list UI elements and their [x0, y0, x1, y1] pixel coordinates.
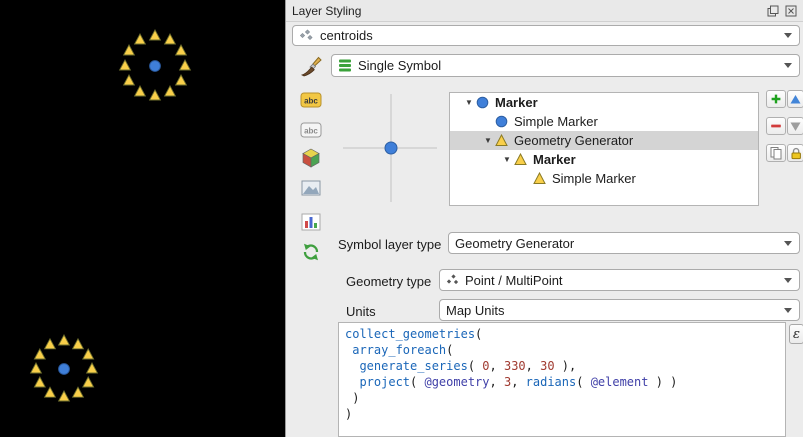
expression-editor[interactable]: collect_geometries( array_foreach( gener…: [338, 322, 786, 437]
labels-abc-icon: abc: [300, 89, 322, 111]
units-select[interactable]: Map Units: [439, 299, 800, 321]
expander-icon[interactable]: ▼: [481, 136, 495, 145]
symbol-layer-type-value: Geometry Generator: [455, 236, 574, 251]
history-arrows-icon: [300, 241, 322, 263]
renderer-selector-value: Single Symbol: [358, 58, 441, 73]
symbol-tree-row[interactable]: Simple Marker: [450, 169, 758, 188]
chevron-down-icon: [784, 33, 792, 38]
expression-code: collect_geometries( array_foreach( gener…: [339, 323, 785, 425]
duplicate-icon: [769, 146, 783, 160]
bar-diagram-icon: [300, 211, 322, 233]
down-arrow-icon: [789, 120, 802, 133]
geometry-type-label: Geometry type: [346, 274, 431, 289]
expander-icon[interactable]: ▼: [462, 98, 476, 107]
panel-window-buttons: [766, 4, 798, 18]
undock-icon[interactable]: [766, 4, 780, 18]
preview-crosshair-icon: [331, 90, 443, 206]
chevron-down-icon: [784, 241, 792, 246]
up-arrow-icon: [789, 93, 802, 106]
app-window: Layer Styling centroids: [0, 0, 803, 437]
units-value: Map Units: [446, 303, 505, 318]
symbol-layer-type-select[interactable]: Geometry Generator: [448, 232, 800, 254]
layer-selector-value: centroids: [320, 28, 373, 43]
symbol-tree-row-label: Simple Marker: [514, 114, 598, 129]
yellow-triangle-icon: [533, 172, 549, 185]
tab-elevation[interactable]: [298, 175, 324, 201]
svg-text:abc: abc: [304, 97, 318, 106]
symbol-preview: [331, 90, 443, 206]
paintbrush-icon: [300, 55, 322, 77]
panel-title: Layer Styling: [292, 4, 361, 18]
expression-epsilon-button[interactable]: ε: [789, 324, 803, 344]
masks-abc-icon: abc: [300, 119, 322, 141]
move-up-button[interactable]: [787, 90, 803, 108]
tab-3d-view[interactable]: [298, 145, 324, 171]
geometry-type-select[interactable]: Point / MultiPoint: [439, 269, 800, 291]
close-icon[interactable]: [784, 4, 798, 18]
units-label: Units: [346, 304, 376, 319]
tab-diagrams[interactable]: [298, 209, 324, 235]
tab-labels[interactable]: abc: [298, 87, 324, 113]
move-down-button[interactable]: [787, 117, 803, 135]
symbol-tree-row-label: Marker: [533, 152, 576, 167]
layer-selector[interactable]: centroids: [292, 25, 800, 46]
remove-symbol-layer-button[interactable]: [766, 117, 786, 135]
point-layer-icon: [299, 29, 314, 42]
symbol-tree-row[interactable]: ▼ Marker: [450, 150, 758, 169]
minus-icon: [769, 119, 783, 133]
yellow-triangle-icon: [495, 134, 511, 147]
point-geometry-icon: [446, 274, 459, 286]
geometry-type-value: Point / MultiPoint: [465, 273, 563, 288]
expander-icon[interactable]: ▼: [500, 155, 514, 164]
symbol-layer-type-label: Symbol layer type: [338, 237, 441, 252]
elevation-surface-icon: [300, 177, 322, 199]
lock-icon: [789, 146, 803, 160]
yellow-triangle-icon: [514, 153, 530, 166]
map-symbols-svg: [0, 0, 285, 437]
tab-history[interactable]: [298, 239, 324, 265]
chevron-down-icon: [784, 63, 792, 68]
lock-colors-button[interactable]: [787, 144, 803, 162]
symbol-tree-row-label: Simple Marker: [552, 171, 636, 186]
symbol-tree[interactable]: ▼MarkerSimple Marker▼Geometry Generator▼…: [449, 92, 759, 206]
svg-text:abc: abc: [304, 127, 318, 136]
plus-icon: [769, 92, 783, 106]
symbol-tree-row-label: Geometry Generator: [514, 133, 633, 148]
blue-circle-icon: [495, 115, 511, 128]
renderer-selector[interactable]: Single Symbol: [331, 54, 800, 77]
map-canvas[interactable]: [0, 0, 285, 437]
symbol-tree-row[interactable]: ▼ Marker: [450, 93, 758, 112]
symbol-tree-row[interactable]: Simple Marker: [450, 112, 758, 131]
layer-styling-panel: Layer Styling centroids: [285, 0, 803, 437]
single-symbol-icon: [338, 58, 352, 73]
tab-masks[interactable]: abc: [298, 117, 324, 143]
panel-titlebar: Layer Styling: [286, 0, 803, 22]
symbol-tree-row-label: Marker: [495, 95, 538, 110]
tab-symbology[interactable]: [298, 53, 324, 79]
chevron-down-icon: [784, 308, 792, 313]
symbol-tree-row[interactable]: ▼ Geometry Generator: [450, 131, 758, 150]
chevron-down-icon: [784, 278, 792, 283]
duplicate-symbol-layer-button[interactable]: [766, 144, 786, 162]
add-symbol-layer-button[interactable]: [766, 90, 786, 108]
blue-circle-icon: [476, 96, 492, 109]
3d-cube-icon: [300, 147, 322, 169]
